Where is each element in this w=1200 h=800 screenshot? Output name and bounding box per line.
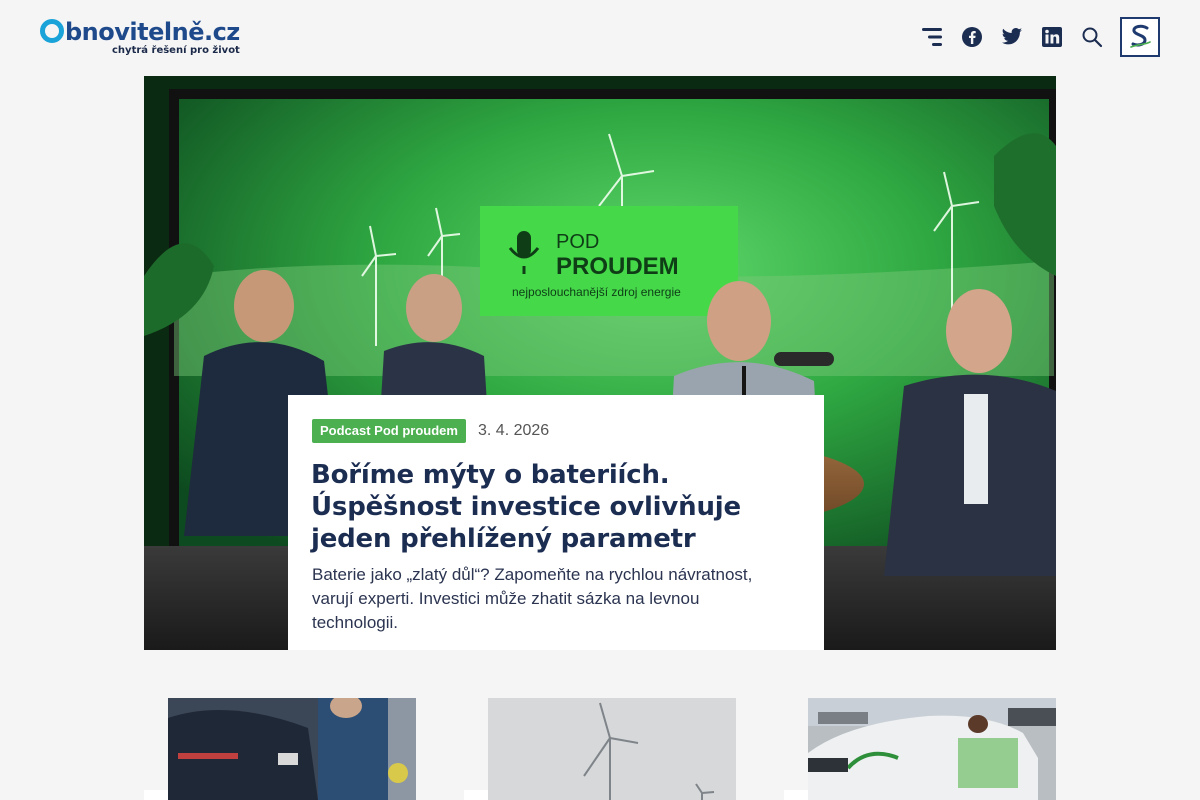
electric-car-charging-photo <box>168 698 416 800</box>
linkedin-icon[interactable] <box>1040 25 1064 49</box>
category-badge[interactable]: Podcast Pod proudem <box>312 419 466 443</box>
twitter-icon[interactable] <box>1000 25 1024 49</box>
article-card-3[interactable] <box>784 790 808 800</box>
branded-electric-car-photo <box>808 698 1056 800</box>
article-card-2[interactable] <box>464 790 488 800</box>
wind-turbines-fog-photo <box>488 698 736 800</box>
site-header: bnovitelně.cz chytrá řešení pro život <box>0 0 1200 76</box>
article-card-image-2[interactable] <box>488 698 736 800</box>
article-card-1[interactable] <box>144 790 168 800</box>
site-logo[interactable]: bnovitelně.cz chytrá řešení pro život <box>40 18 240 60</box>
article-date: 3. 4. 2026 <box>478 422 550 439</box>
partner-s-icon <box>1130 24 1151 48</box>
article-perex: Baterie jako „zlatý důl“? Zapomeňte na r… <box>312 565 753 632</box>
article-title[interactable]: Boříme mýty o bateriích. Úspěšnost inves… <box>311 459 791 555</box>
partner-logo[interactable] <box>1120 17 1160 57</box>
search-icon[interactable] <box>1080 25 1104 49</box>
article-card-image-1[interactable] <box>168 698 416 800</box>
hero-article[interactable]: POD PROUDEM nejposlouchanější zdroj ener… <box>144 76 1056 650</box>
screen-line1: POD <box>556 231 599 253</box>
screen-line3: nejposlouchanější zdroj energie <box>512 285 681 299</box>
logo-ring-icon <box>40 19 64 43</box>
menu-icon[interactable] <box>920 25 944 49</box>
article-card-image-3[interactable] <box>808 698 1056 800</box>
facebook-icon[interactable] <box>960 25 984 49</box>
screen-line2: PROUDEM <box>556 253 679 280</box>
logo-wordmark: bnovitelně.cz <box>40 18 240 46</box>
logo-tagline: chytrá řešení pro život <box>112 45 240 56</box>
hero-article-card[interactable]: Podcast Pod proudem 3. 4. 2026 Boříme mý… <box>288 395 824 650</box>
